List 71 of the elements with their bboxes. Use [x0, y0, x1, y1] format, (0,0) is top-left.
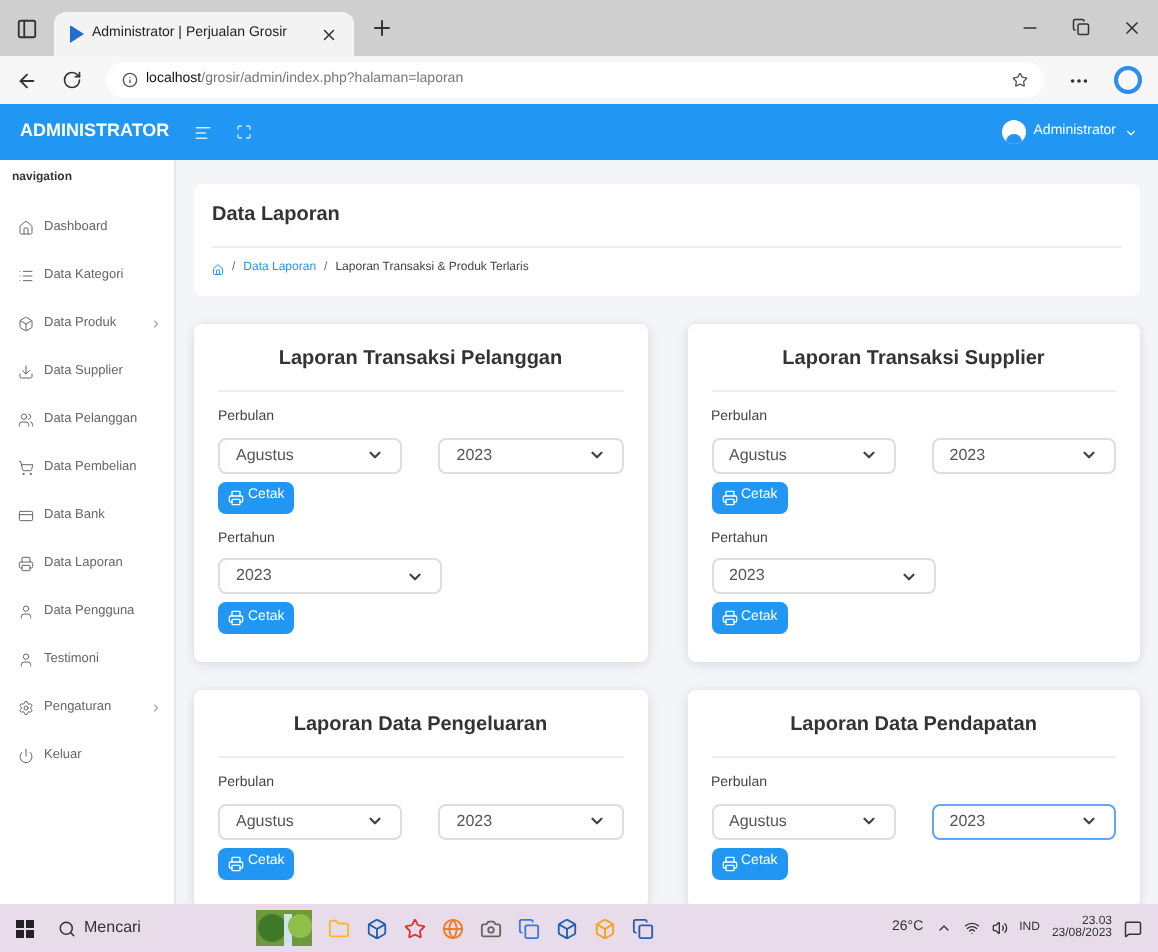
- close-icon[interactable]: [320, 25, 338, 43]
- taskbar-app-icon[interactable]: [632, 917, 654, 939]
- taskbar-app-icon[interactable]: [556, 917, 578, 939]
- chevron-icon: [366, 446, 385, 464]
- chevron-icon: [587, 812, 605, 830]
- printer-icon: [228, 855, 244, 871]
- printer-icon: [18, 556, 34, 572]
- site-logo-icon: [70, 25, 84, 43]
- printer-icon: [228, 489, 244, 505]
- printer-icon: [228, 610, 244, 626]
- taskbar-app-icon[interactable]: [404, 917, 426, 939]
- close-icon[interactable]: [1122, 18, 1142, 38]
- chevron-icon[interactable]: [935, 920, 952, 936]
- chevron-icon: [859, 812, 878, 830]
- printer-icon: [721, 610, 737, 626]
- settings-icon: [18, 700, 34, 716]
- favorite-icon[interactable]: [1012, 72, 1028, 88]
- card-icon: [18, 508, 34, 524]
- chevron-icon: [366, 812, 385, 830]
- select-field[interactable]: 2023: [931, 803, 1116, 839]
- brand-title: ADMINISTRATOR: [20, 118, 170, 145]
- chevron-icon: [150, 318, 162, 330]
- printer-icon: [721, 855, 737, 871]
- menu-icon[interactable]: [193, 123, 212, 141]
- notification-icon[interactable]: [1124, 919, 1142, 937]
- select-field[interactable]: 2023: [711, 558, 935, 594]
- search-icon: [58, 919, 76, 937]
- chevron-icon: [150, 702, 162, 714]
- taskbar-app-icon[interactable]: [366, 917, 388, 939]
- chevron-icon: [1080, 812, 1098, 830]
- users-icon: [18, 412, 34, 428]
- volume-icon[interactable]: [991, 920, 1008, 936]
- tab-actions-icon[interactable]: [16, 17, 38, 39]
- box-icon: [18, 316, 34, 332]
- back-icon[interactable]: [16, 69, 38, 91]
- printer-icon: [721, 489, 737, 505]
- card-title: Laporan Data Pengeluaran: [218, 710, 623, 758]
- home-icon: [18, 220, 34, 236]
- user-icon: [18, 652, 34, 668]
- select-field[interactable]: Agustus: [218, 437, 403, 473]
- list-icon: [18, 268, 34, 284]
- card-title: Laporan Data Pendapatan: [711, 710, 1116, 758]
- start-icon[interactable]: [16, 919, 34, 937]
- chevron-icon: [859, 446, 878, 464]
- power-icon: [18, 748, 34, 764]
- select-field[interactable]: Agustus: [218, 803, 403, 839]
- reload-icon[interactable]: [62, 70, 82, 90]
- wifi-icon[interactable]: [963, 920, 980, 936]
- select-field[interactable]: 2023: [931, 437, 1116, 473]
- chevron-icon: [1080, 446, 1098, 464]
- caret-icon: [1124, 125, 1138, 139]
- cart-icon: [18, 460, 34, 476]
- card-title: Laporan Transaksi Supplier: [711, 344, 1116, 392]
- info-icon: [122, 72, 138, 88]
- user-icon: [18, 604, 34, 620]
- select-field[interactable]: Agustus: [711, 803, 896, 839]
- avatar-icon: [1001, 120, 1026, 144]
- taskbar-app-icon[interactable]: [480, 917, 502, 939]
- card-title: Laporan Transaksi Pelanggan: [218, 344, 623, 392]
- home-icon[interactable]: [212, 263, 224, 275]
- new-tab-icon[interactable]: [370, 16, 394, 40]
- select-field[interactable]: 2023: [218, 558, 442, 594]
- page-title: Data Laporan: [212, 200, 1122, 248]
- select-field[interactable]: 2023: [438, 437, 623, 473]
- select-field[interactable]: Agustus: [711, 437, 896, 473]
- select-field[interactable]: 2023: [438, 803, 623, 839]
- restore-icon[interactable]: [1072, 18, 1090, 36]
- download-icon: [18, 364, 34, 380]
- chevron-icon: [587, 446, 605, 464]
- taskbar-search[interactable]: Mencari: [50, 910, 240, 946]
- taskbar-app-icon[interactable]: [518, 917, 540, 939]
